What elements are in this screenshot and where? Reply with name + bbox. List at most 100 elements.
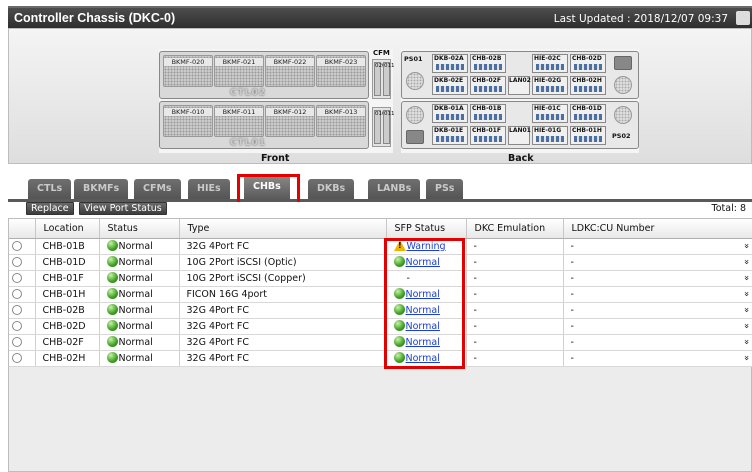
- ldkc-cu-cell: -»: [563, 270, 752, 287]
- bkmf-slot[interactable]: BKMF-011: [214, 105, 264, 137]
- table-row[interactable]: CHB-02F Normal 32G 4Port FC Normal - -»: [9, 334, 752, 351]
- refresh-icon[interactable]: [736, 11, 750, 25]
- expand-chevron-icon[interactable]: »: [741, 243, 751, 249]
- table-row[interactable]: CHB-01D Normal 10G 2Port iSCSI (Optic) Norm…: [9, 254, 752, 271]
- expand-chevron-icon[interactable]: »: [741, 355, 751, 361]
- row-select-cell[interactable]: [9, 286, 36, 303]
- location-cell: CHB-02B: [35, 302, 100, 319]
- bkmf-slot[interactable]: BKMF-020: [163, 55, 213, 87]
- tab-dkbs[interactable]: DKBs: [308, 179, 355, 199]
- column-header[interactable]: Type: [179, 219, 387, 239]
- column-header[interactable]: LDKC:CU Number: [563, 219, 752, 239]
- board-slot[interactable]: CHB-01D: [570, 104, 606, 123]
- view-port-status-button[interactable]: View Port Status: [79, 202, 167, 215]
- status-text: Normal: [118, 289, 153, 300]
- ctl-lower[interactable]: BKMF-010 BKMF-011 BKMF-012 BKMF-013 CTL0…: [159, 101, 369, 149]
- row-radio-button[interactable]: [12, 305, 22, 315]
- board-slot[interactable]: CHB-02B: [470, 54, 506, 73]
- table-row[interactable]: CHB-02H Normal 32G 4Port FC Normal - -»: [9, 350, 752, 367]
- dkc-emulation-cell: -: [466, 302, 564, 319]
- column-header[interactable]: Status: [99, 219, 180, 239]
- ldkc-cu-cell: -»: [563, 286, 752, 303]
- table-row[interactable]: CHB-01BNormal32G 4Port FCWarning--»: [9, 238, 752, 255]
- total-count: Total: 8: [711, 203, 746, 214]
- ctl-label: CTL02: [230, 88, 267, 98]
- row-radio-button[interactable]: [12, 353, 22, 363]
- tab-ctls[interactable]: CTLs: [28, 179, 72, 199]
- row-select-cell[interactable]: [9, 318, 36, 335]
- row-select-cell[interactable]: [9, 302, 36, 319]
- lan-board[interactable]: LAN01: [508, 126, 531, 145]
- tab-highlight-box: [237, 174, 300, 205]
- type-cell: 32G 4Port FC: [179, 238, 387, 255]
- row-radio-button[interactable]: [12, 289, 22, 299]
- expand-chevron-icon[interactable]: »: [741, 275, 751, 281]
- board-slot[interactable]: CHB-02F: [470, 76, 506, 95]
- tab-pss[interactable]: PSs: [426, 179, 464, 199]
- front-caption: Front: [261, 153, 290, 164]
- ldkc-cu-value: -: [570, 288, 574, 300]
- table-header-row: Location Status Type SFP Status DKC Emul…: [9, 219, 752, 239]
- back-caption: Back: [508, 153, 534, 164]
- expand-chevron-icon[interactable]: »: [741, 307, 751, 313]
- cfm-label: CFM: [373, 49, 390, 57]
- board-slot[interactable]: DKB-01A: [432, 104, 468, 123]
- row-select-cell[interactable]: [9, 270, 36, 287]
- status-cell: Normal: [99, 286, 180, 303]
- ctl-upper[interactable]: BKMF-020 BKMF-021 BKMF-022 BKMF-023 CTL0…: [159, 51, 369, 99]
- row-radio-button[interactable]: [12, 257, 22, 267]
- table-row[interactable]: CHB-02D Normal 32G 4Port FC Normal - -»: [9, 318, 752, 335]
- table-row[interactable]: CHB-01F Normal 10G 2Port iSCSI (Copper) - - -…: [9, 270, 752, 287]
- row-select-cell[interactable]: [9, 238, 36, 255]
- bkmf-slot[interactable]: BKMF-022: [265, 55, 315, 87]
- lan-board[interactable]: LAN02: [508, 76, 531, 95]
- board-slot[interactable]: CHB-01F: [470, 126, 506, 145]
- board-slot[interactable]: HIE-01C: [532, 104, 568, 123]
- tab-lanbs[interactable]: LANBs: [368, 179, 421, 199]
- row-radio-button[interactable]: [12, 241, 22, 251]
- board-slot[interactable]: HIE-02C: [532, 54, 568, 73]
- board-slot[interactable]: CHB-01H: [570, 126, 606, 145]
- normal-status-icon: [106, 336, 118, 347]
- cfm-slot-upper[interactable]: 020 011: [372, 59, 395, 99]
- bkmf-slot[interactable]: BKMF-023: [316, 55, 366, 87]
- tab-bkmfs[interactable]: BKMFs: [74, 179, 129, 199]
- board-slot[interactable]: CHB-01B: [470, 104, 506, 123]
- type-cell: 32G 4Port FC: [179, 302, 387, 319]
- expand-chevron-icon[interactable]: »: [741, 259, 751, 265]
- column-header[interactable]: Location: [35, 219, 100, 239]
- table-row[interactable]: CHB-02B Normal 32G 4Port FC Normal - -»: [9, 302, 752, 319]
- bkmf-slot[interactable]: BKMF-021: [214, 55, 264, 87]
- board-slot[interactable]: DKB-02A: [432, 54, 468, 73]
- bkmf-slot[interactable]: BKMF-012: [265, 105, 315, 137]
- cfm-slot-lower[interactable]: 010 011: [372, 107, 395, 147]
- board-slot[interactable]: HIE-02G: [532, 76, 568, 95]
- board-slot[interactable]: CHB-02D: [570, 54, 606, 73]
- row-radio-button[interactable]: [12, 321, 22, 331]
- expand-chevron-icon[interactable]: »: [741, 323, 751, 329]
- row-select-cell[interactable]: [9, 334, 36, 351]
- table-row[interactable]: CHB-01H Normal FICON 16G 4port Normal - -»: [9, 286, 752, 303]
- board-slot[interactable]: CHB-02H: [570, 76, 606, 95]
- row-select-cell[interactable]: [9, 350, 36, 367]
- fan-icon: [406, 72, 424, 90]
- board-slot[interactable]: DKB-01E: [432, 126, 468, 145]
- replace-button[interactable]: Replace: [26, 202, 74, 215]
- dkc-emulation-cell: -: [466, 270, 564, 287]
- bkmf-slot[interactable]: BKMF-010: [163, 105, 213, 137]
- expand-chevron-icon[interactable]: »: [741, 339, 751, 345]
- tab-cfms[interactable]: CFMs: [134, 179, 181, 199]
- type-cell: FICON 16G 4port: [179, 286, 387, 303]
- row-select-cell[interactable]: [9, 254, 36, 271]
- column-header[interactable]: SFP Status: [386, 219, 467, 239]
- row-radio-button[interactable]: [12, 273, 22, 283]
- expand-chevron-icon[interactable]: »: [741, 291, 751, 297]
- row-radio-button[interactable]: [12, 337, 22, 347]
- column-header[interactable]: DKC Emulation: [466, 219, 564, 239]
- board-slot[interactable]: DKB-02E: [432, 76, 468, 95]
- board-slot[interactable]: HIE-01G: [532, 126, 568, 145]
- tab-hies[interactable]: HIEs: [188, 179, 230, 199]
- ldkc-cu-cell: -»: [563, 302, 752, 319]
- bkmf-slot[interactable]: BKMF-013: [316, 105, 366, 137]
- status-text: Normal: [118, 273, 153, 284]
